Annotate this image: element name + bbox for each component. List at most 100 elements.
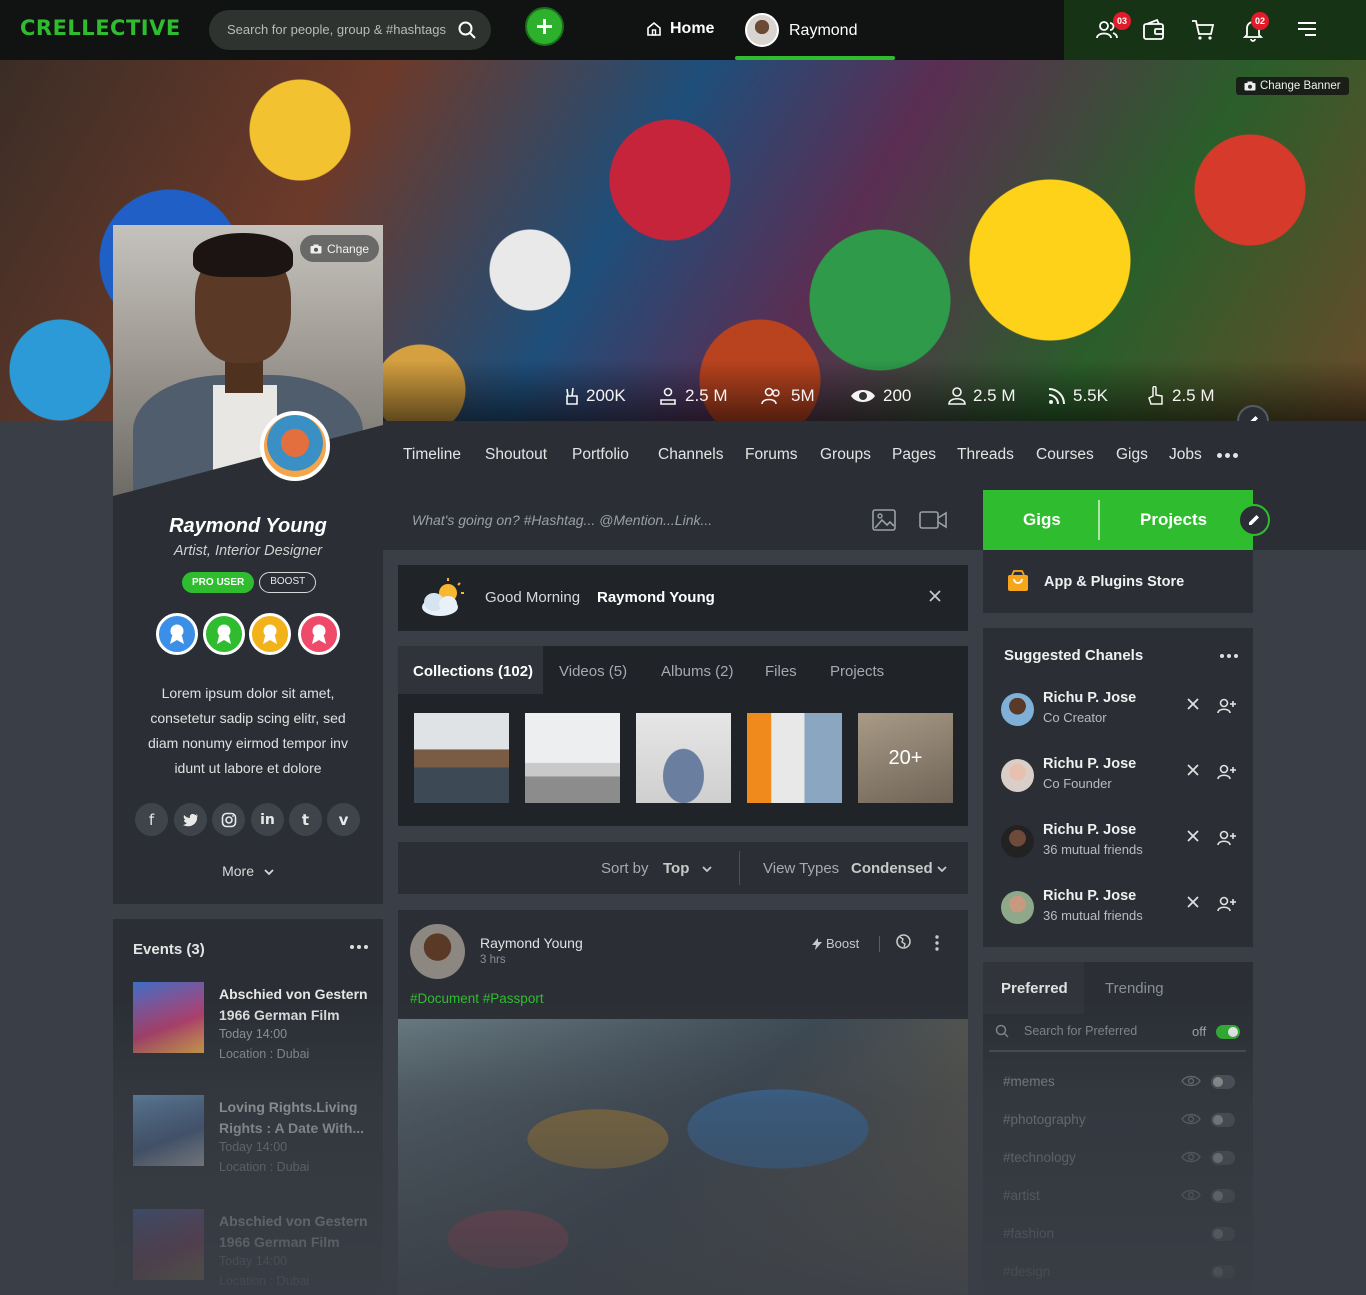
event-item[interactable]: Abschied von Gestern 1966 German Film To… xyxy=(133,1209,373,1288)
chevron-down-icon[interactable] xyxy=(702,866,712,873)
dismiss-icon[interactable] xyxy=(1187,764,1199,776)
tab-preferred[interactable]: Preferred xyxy=(1001,980,1068,997)
profile-nav-link[interactable]: Raymond xyxy=(735,0,895,60)
linkedin-icon[interactable]: in xyxy=(251,803,284,836)
tumblr-icon[interactable]: t xyxy=(289,803,322,836)
post-hashtags[interactable]: #Document #Passport xyxy=(410,991,544,1006)
hashtag-toggle[interactable] xyxy=(1211,1075,1235,1089)
hashtag-label[interactable]: #fashion xyxy=(1003,1226,1054,1241)
preferred-toggle[interactable] xyxy=(1216,1025,1240,1039)
tab-shoutout[interactable]: Shoutout xyxy=(485,446,547,464)
hashtag-label[interactable]: #technology xyxy=(1003,1150,1076,1165)
home-nav-link[interactable]: Home xyxy=(646,20,714,38)
tab-videos[interactable]: Videos (5) xyxy=(559,663,627,680)
preferred-search-input[interactable]: Search for Preferred xyxy=(1024,1024,1137,1038)
collection-thumbnail[interactable] xyxy=(525,713,620,803)
suggested-channel[interactable]: Richu P. Jose Co Creator xyxy=(1001,690,1241,730)
collection-thumbnail[interactable] xyxy=(414,713,509,803)
sort-value[interactable]: Top xyxy=(663,860,689,877)
suggested-channel[interactable]: Richu P. Jose 36 mutual friends xyxy=(1001,822,1241,862)
hashtag-label[interactable]: #memes xyxy=(1003,1074,1055,1089)
add-friend-icon[interactable] xyxy=(1217,764,1237,780)
view-value[interactable]: Condensed xyxy=(851,860,933,877)
dismiss-icon[interactable] xyxy=(1187,896,1199,908)
instagram-icon[interactable] xyxy=(212,803,245,836)
cart-button[interactable] xyxy=(1191,18,1215,42)
add-friend-icon[interactable] xyxy=(1217,698,1237,714)
eye-icon[interactable] xyxy=(1181,1075,1201,1087)
eye-icon[interactable] xyxy=(1181,1189,1201,1201)
hashtag-toggle[interactable] xyxy=(1211,1151,1235,1165)
app-logo[interactable]: CRELLECTIVE xyxy=(20,16,181,40)
post-composer[interactable]: What's going on? #Hashtag... @Mention...… xyxy=(383,490,968,550)
search-icon[interactable] xyxy=(457,20,477,40)
collection-thumbnail[interactable] xyxy=(636,713,731,803)
tab-channels[interactable]: Channels xyxy=(658,446,724,464)
eye-icon[interactable] xyxy=(1181,1113,1201,1125)
boost-badge[interactable]: BOOST xyxy=(259,572,317,593)
facebook-icon[interactable]: f xyxy=(135,803,168,836)
hashtag-toggle[interactable] xyxy=(1211,1113,1235,1127)
more-tabs-icon[interactable] xyxy=(1217,453,1238,458)
suggested-more-icon[interactable] xyxy=(1220,654,1238,658)
dismiss-icon[interactable] xyxy=(1187,830,1199,842)
tab-portfolio[interactable]: Portfolio xyxy=(572,446,629,464)
tab-albums[interactable]: Albums (2) xyxy=(661,663,734,680)
hashtag-toggle[interactable] xyxy=(1211,1227,1235,1241)
tab-timeline[interactable]: Timeline xyxy=(403,446,461,464)
create-post-button[interactable] xyxy=(525,7,564,46)
event-item[interactable]: Loving Rights.Living Rights : A Date Wit… xyxy=(133,1095,373,1174)
vimeo-icon[interactable]: v xyxy=(327,803,360,836)
collection-thumbnail[interactable] xyxy=(747,713,842,803)
change-banner-button[interactable]: Change Banner xyxy=(1236,77,1349,95)
add-friend-icon[interactable] xyxy=(1217,896,1237,912)
tab-trending[interactable]: Trending xyxy=(1105,980,1164,997)
gigs-button[interactable]: Gigs xyxy=(1023,510,1061,530)
video-icon[interactable] xyxy=(919,511,947,529)
tab-collections[interactable]: Collections (102) xyxy=(413,663,533,680)
composer-input[interactable]: What's going on? #Hashtag... @Mention...… xyxy=(412,512,712,528)
tab-forums[interactable]: Forums xyxy=(745,446,798,464)
projects-button[interactable]: Projects xyxy=(1140,510,1207,530)
tab-jobs[interactable]: Jobs xyxy=(1169,446,1202,464)
more-button[interactable]: More xyxy=(113,863,383,879)
dismiss-icon[interactable] xyxy=(1187,698,1199,710)
edit-gigs-button[interactable] xyxy=(1238,504,1270,536)
events-more-icon[interactable] xyxy=(350,945,368,949)
hashtag-toggle[interactable] xyxy=(1211,1189,1235,1203)
hashtag-label[interactable]: #artist xyxy=(1003,1188,1040,1203)
tab-pages[interactable]: Pages xyxy=(892,446,936,464)
tab-projects[interactable]: Projects xyxy=(830,663,884,680)
chevron-down-icon[interactable] xyxy=(937,866,947,873)
twitter-icon[interactable] xyxy=(174,803,207,836)
tab-threads[interactable]: Threads xyxy=(957,446,1014,464)
close-icon[interactable] xyxy=(928,589,942,603)
global-search[interactable]: Search for people, group & #hashtags xyxy=(209,10,491,50)
post-image[interactable] xyxy=(398,1019,968,1295)
tab-gigs[interactable]: Gigs xyxy=(1116,446,1148,464)
app-store-link[interactable]: App & Plugins Store xyxy=(983,550,1253,613)
tab-files[interactable]: Files xyxy=(765,663,797,680)
hashtag-label[interactable]: #design xyxy=(1003,1264,1050,1279)
change-photo-button[interactable]: Change xyxy=(300,235,380,262)
add-friend-icon[interactable] xyxy=(1217,830,1237,846)
collection-more[interactable]: 20+ xyxy=(858,713,953,803)
globe-icon[interactable] xyxy=(896,934,911,949)
suggested-channel[interactable]: Richu P. Jose Co Founder xyxy=(1001,756,1241,796)
tab-courses[interactable]: Courses xyxy=(1036,446,1094,464)
story-avatar[interactable] xyxy=(260,411,330,481)
boost-button[interactable]: Boost xyxy=(812,936,859,951)
menu-button[interactable] xyxy=(1296,20,1318,38)
post-author[interactable]: Raymond Young xyxy=(480,935,583,951)
event-item[interactable]: Abschied von Gestern 1966 German Film To… xyxy=(133,982,373,1061)
suggested-channel[interactable]: Richu P. Jose 36 mutual friends xyxy=(1001,888,1241,928)
search-input[interactable]: Search for people, group & #hashtags xyxy=(227,22,446,37)
eye-icon[interactable] xyxy=(1181,1151,1201,1163)
wallet-button[interactable] xyxy=(1142,18,1166,42)
more-vertical-icon[interactable] xyxy=(935,935,939,951)
hashtag-label[interactable]: #photography xyxy=(1003,1112,1086,1127)
avatar[interactable] xyxy=(410,924,465,979)
tab-groups[interactable]: Groups xyxy=(820,446,871,464)
image-icon[interactable] xyxy=(872,509,896,531)
hashtag-toggle[interactable] xyxy=(1211,1265,1235,1279)
